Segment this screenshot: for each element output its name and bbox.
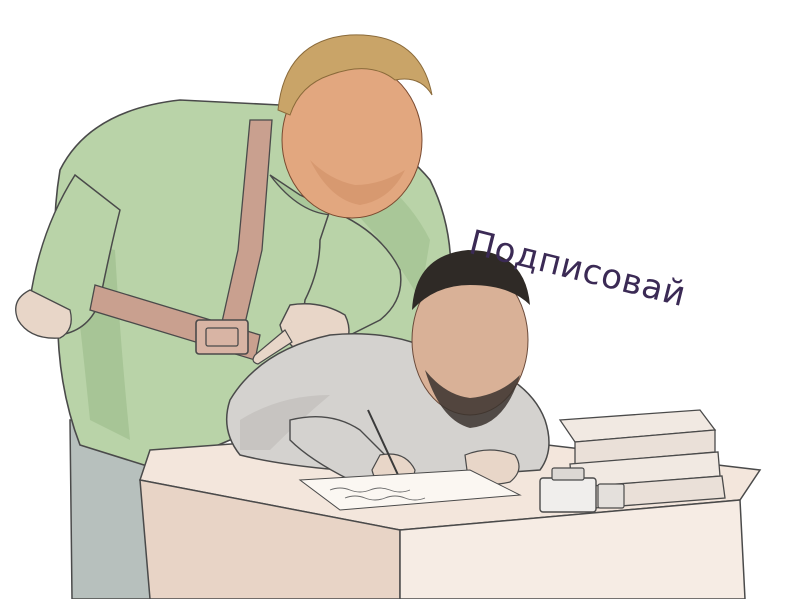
cartoon-scene: Подписовай xyxy=(0,0,800,599)
inkwell xyxy=(539,477,597,513)
inkwell-lid xyxy=(551,467,585,481)
belt-buckle xyxy=(195,319,249,355)
ink-bottle xyxy=(597,483,625,509)
